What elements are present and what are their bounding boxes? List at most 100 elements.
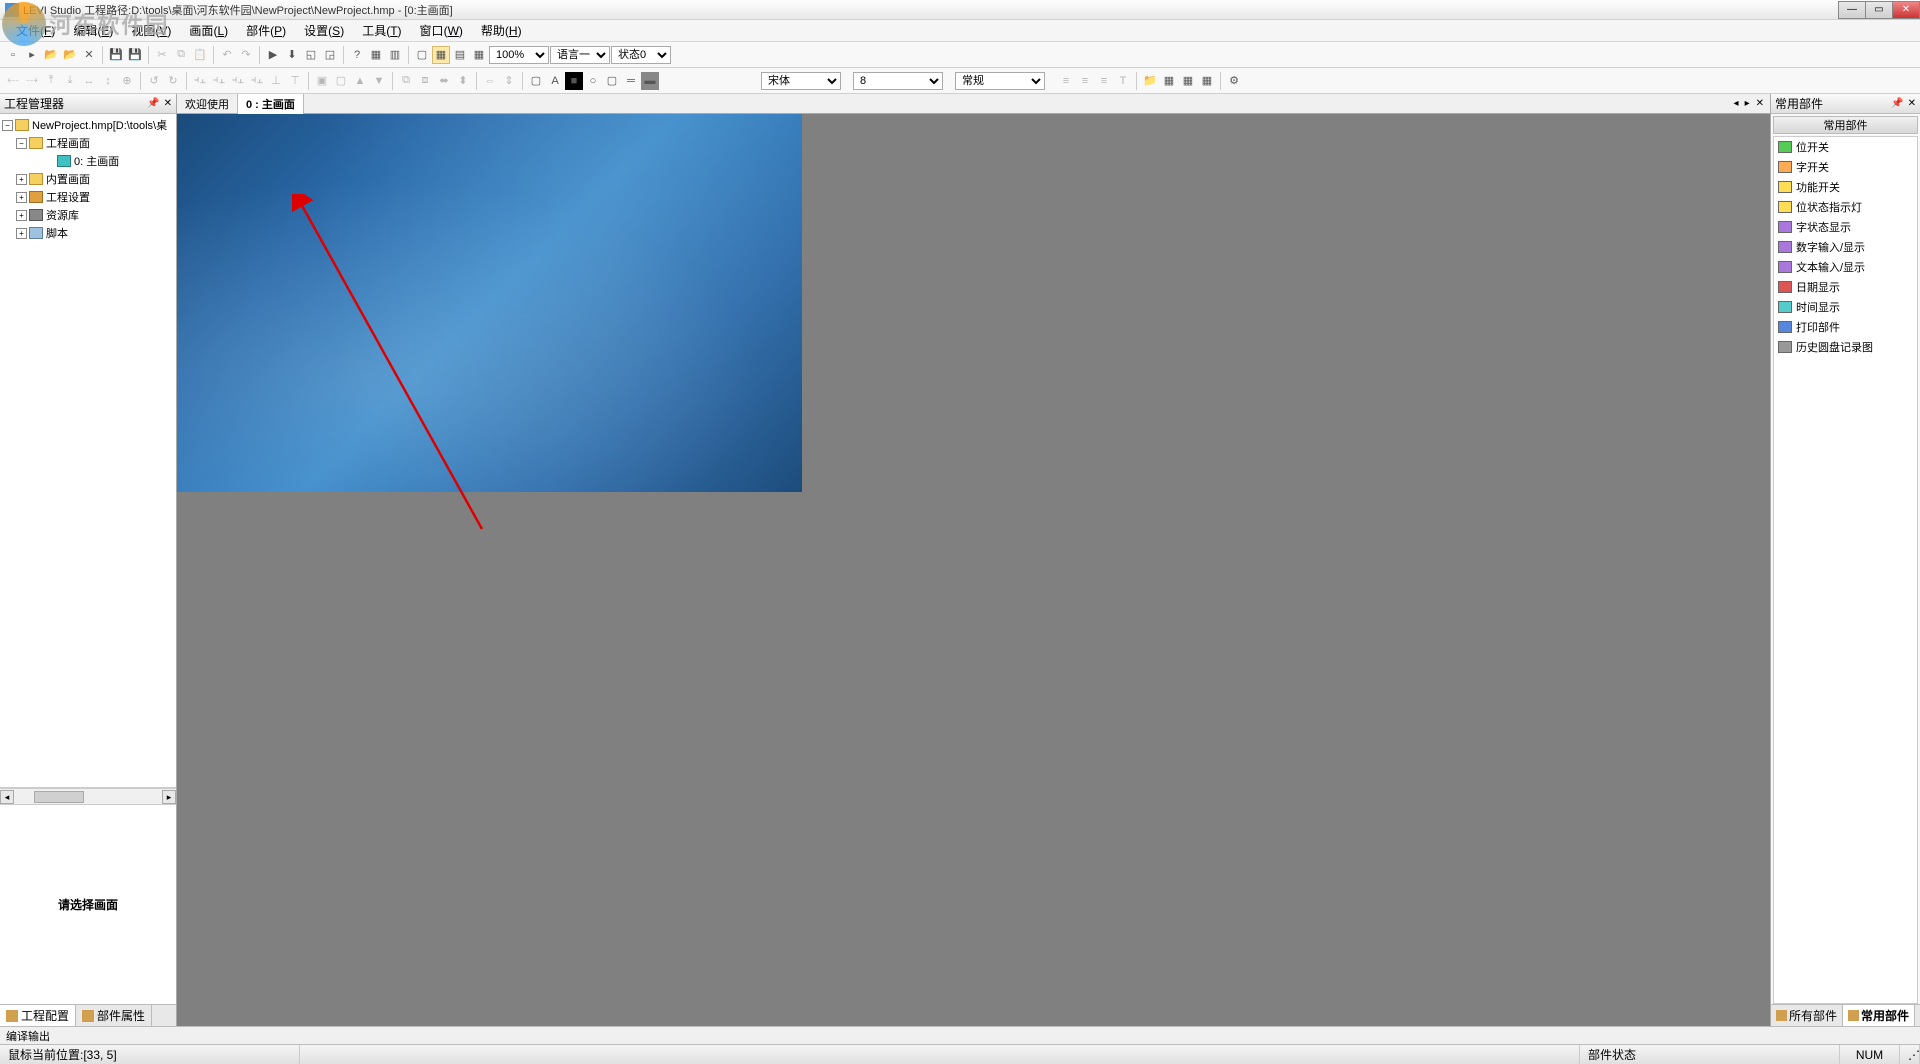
help-button[interactable]: ? (348, 46, 366, 64)
fontsize-combo[interactable]: 8 (853, 72, 943, 90)
saveas-button[interactable]: 💾 (126, 46, 144, 64)
layer-d-button[interactable]: ▼ (370, 72, 388, 90)
tree-builtin[interactable]: + 内置画面 (2, 170, 174, 188)
zoom-combo[interactable]: 100% (489, 46, 549, 64)
shape-fill-button[interactable]: ■ (565, 72, 583, 90)
align-bottom-button[interactable]: ⤓ (61, 72, 79, 90)
txt-right-button[interactable]: ≡ (1095, 72, 1113, 90)
flip-v-button[interactable]: ⇕ (500, 72, 518, 90)
tab-prev-icon[interactable]: ◂ (1732, 98, 1741, 109)
tab-close-icon[interactable]: ✕ (1754, 98, 1766, 109)
tree-resources[interactable]: + 资源库 (2, 206, 174, 224)
menu-file[interactable]: 文件(F) (8, 20, 63, 41)
txt-center-button[interactable]: ≡ (1076, 72, 1094, 90)
maximize-button[interactable]: ▭ (1865, 1, 1893, 19)
widget-item[interactable]: 字状态显示 (1774, 217, 1917, 237)
shape-solid-button[interactable]: ▬ (641, 72, 659, 90)
menu-window[interactable]: 窗口(W) (412, 20, 471, 41)
language-combo[interactable]: 语言一 (550, 46, 610, 64)
menu-help[interactable]: 帮助(H) (473, 20, 530, 41)
state-combo[interactable]: 状态0 (611, 46, 671, 64)
widget-item[interactable]: 日期显示 (1774, 277, 1917, 297)
dist-h3-button[interactable]: ⫞⫠ (229, 72, 247, 90)
expand-icon[interactable]: + (16, 192, 27, 203)
open2-button[interactable]: 📂 (42, 46, 60, 64)
close-button[interactable]: ✕ (80, 46, 98, 64)
menu-view[interactable]: 视图(V) (123, 20, 179, 41)
font-combo[interactable]: 宋体 (761, 72, 841, 90)
tree-settings[interactable]: + 工程设置 (2, 188, 174, 206)
open-button[interactable]: ▸ (23, 46, 41, 64)
align-cc-button[interactable]: ⊕ (118, 72, 136, 90)
copy-button[interactable]: ⧉ (172, 46, 190, 64)
fontweight-combo[interactable]: 常规 (955, 72, 1045, 90)
close-panel-icon[interactable]: ✕ (1908, 98, 1916, 109)
layer-f-button[interactable]: ▣ (313, 72, 331, 90)
canvas-area[interactable] (177, 114, 1770, 1026)
expand-icon[interactable]: + (16, 228, 27, 239)
tab-common-widgets[interactable]: 常用部件 (1843, 1005, 1915, 1026)
align-right-button[interactable]: ⤏ (23, 72, 41, 90)
compile-button[interactable]: ▶ (264, 46, 282, 64)
new-button[interactable]: ▫ (4, 46, 22, 64)
layer-u-button[interactable]: ▲ (351, 72, 369, 90)
cut-button[interactable]: ✂ (153, 46, 171, 64)
view2-button[interactable]: ▦ (432, 46, 450, 64)
same-w-button[interactable]: ⬌ (435, 72, 453, 90)
align-hc-button[interactable]: ↔ (80, 72, 98, 90)
expand-icon[interactable]: + (16, 210, 27, 221)
shape-line-button[interactable]: ═ (622, 72, 640, 90)
widget-item[interactable]: 打印部件 (1774, 317, 1917, 337)
color-button[interactable]: ▥ (386, 46, 404, 64)
widget-item[interactable]: 位状态指示灯 (1774, 197, 1917, 217)
rotate-r-button[interactable]: ↻ (164, 72, 182, 90)
align-top-button[interactable]: ⤒ (42, 72, 60, 90)
tab-welcome[interactable]: 欢迎使用 (177, 94, 238, 114)
close-button[interactable]: ✕ (1892, 1, 1920, 19)
open3-button[interactable]: 📂 (61, 46, 79, 64)
tab-main-screen[interactable]: 0 : 主画面 (238, 94, 304, 114)
resize-grip[interactable]: ⋰ (1900, 1045, 1920, 1064)
view3-button[interactable]: ▤ (451, 46, 469, 64)
tree-script[interactable]: + 脚本 (2, 224, 174, 242)
tree-hscroll[interactable]: ◂▸ (0, 788, 176, 804)
misc-button[interactable]: ⚙ (1225, 72, 1243, 90)
calc-button[interactable]: ▦ (367, 46, 385, 64)
tab-project-config[interactable]: 工程配置 (0, 1005, 76, 1026)
tree-screen-main[interactable]: 0: 主画面 (2, 152, 174, 170)
dist-v2-button[interactable]: ⊤ (286, 72, 304, 90)
sim-button[interactable]: ◱ (302, 46, 320, 64)
menu-screen[interactable]: 画面(L) (181, 20, 236, 41)
dist-v-button[interactable]: ⊥ (267, 72, 285, 90)
ungroup-button[interactable]: ⧈ (416, 72, 434, 90)
compile-output-bar[interactable]: 编译输出 (0, 1026, 1920, 1044)
shape-box-button[interactable]: ▢ (603, 72, 621, 90)
tab-part-props[interactable]: 部件属性 (76, 1005, 152, 1026)
menu-edit[interactable]: 编辑(E) (65, 20, 121, 41)
widget-item[interactable]: 时间显示 (1774, 297, 1917, 317)
shape-rect-button[interactable]: ▢ (527, 72, 545, 90)
minimize-button[interactable]: — (1838, 1, 1866, 19)
redo-button[interactable]: ↷ (237, 46, 255, 64)
tree-screens[interactable]: − 工程画面 (2, 134, 174, 152)
pin-icon[interactable]: 📌 (147, 98, 159, 109)
shape-text-button[interactable]: A (546, 72, 564, 90)
lib4-button[interactable]: ▦ (1198, 72, 1216, 90)
collapse-icon[interactable]: − (2, 120, 13, 131)
align-vc-button[interactable]: ↕ (99, 72, 117, 90)
align-left-button[interactable]: ⤎ (4, 72, 22, 90)
widget-item[interactable]: 位开关 (1774, 137, 1917, 157)
dist-h4-button[interactable]: ⫞⫠ (248, 72, 266, 90)
collapse-icon[interactable]: − (16, 138, 27, 149)
view4-button[interactable]: ▦ (470, 46, 488, 64)
design-canvas[interactable] (177, 114, 802, 492)
undo-button[interactable]: ↶ (218, 46, 236, 64)
widget-item[interactable]: 文本输入/显示 (1774, 257, 1917, 277)
paste-button[interactable]: 📋 (191, 46, 209, 64)
expand-icon[interactable]: + (16, 174, 27, 185)
tab-all-widgets[interactable]: 所有部件 (1771, 1005, 1843, 1026)
flip-h-button[interactable]: ⇔ (481, 72, 499, 90)
menu-parts[interactable]: 部件(P) (238, 20, 294, 41)
lib2-button[interactable]: ▦ (1160, 72, 1178, 90)
save-button[interactable]: 💾 (107, 46, 125, 64)
